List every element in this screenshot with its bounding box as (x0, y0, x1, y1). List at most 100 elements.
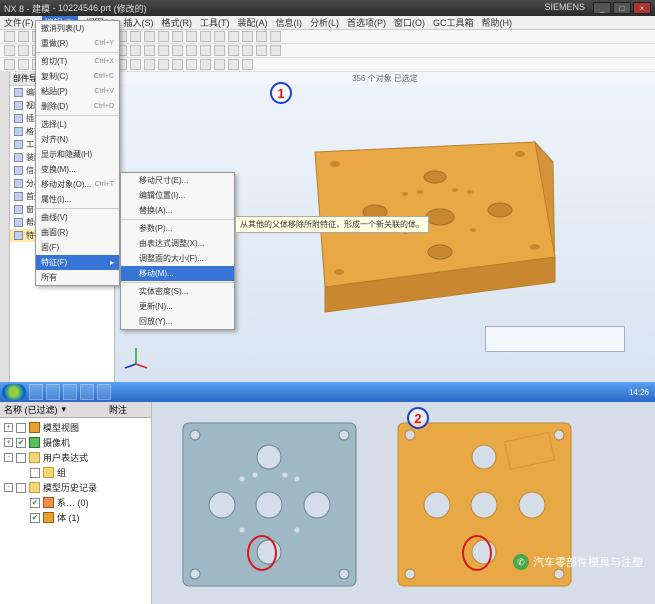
submenu-item[interactable]: 移动尺寸(E)... (121, 173, 234, 188)
toolbar-button[interactable] (130, 59, 141, 70)
close-button[interactable]: × (633, 2, 651, 14)
dropdown-item[interactable]: 重做(R)Ctrl+Y (36, 36, 119, 51)
toolbar-button[interactable] (214, 31, 225, 42)
toolbar-button[interactable] (4, 45, 15, 56)
checkbox[interactable] (16, 423, 26, 433)
taskbar-item[interactable] (46, 384, 60, 400)
expand-icon[interactable]: - (4, 483, 13, 492)
toolbar-button[interactable] (158, 31, 169, 42)
toolbar-button[interactable] (242, 31, 253, 42)
submenu-item[interactable]: 参数(P)... (121, 221, 234, 236)
submenu-item[interactable]: 更新(N)... (121, 299, 234, 314)
toolbar-button[interactable] (200, 45, 211, 56)
toolbar-button[interactable] (270, 45, 281, 56)
toolbar-button[interactable] (18, 59, 29, 70)
resource-bar[interactable] (0, 72, 10, 382)
submenu-item[interactable]: 替换(A)... (121, 203, 234, 218)
toolbar-button[interactable] (256, 45, 267, 56)
toolbar-button[interactable] (186, 45, 197, 56)
toolbar-button[interactable] (200, 31, 211, 42)
tree-col-name[interactable]: 名称 (已过滤) (4, 403, 58, 416)
tree-row[interactable]: 组 (2, 465, 149, 480)
dropdown-item[interactable]: 粘贴(P)Ctrl+V (36, 84, 119, 99)
expand-icon[interactable]: - (4, 453, 13, 462)
toolbar-button[interactable] (18, 31, 29, 42)
toolbar-button[interactable] (214, 59, 225, 70)
menu-info[interactable]: 信息(I) (276, 16, 303, 29)
toolbar-button[interactable] (200, 59, 211, 70)
toolbar-button[interactable] (228, 45, 239, 56)
checkbox[interactable] (30, 468, 40, 478)
toolbar-button[interactable] (4, 31, 15, 42)
submenu-item[interactable]: 回放(Y)... (121, 314, 234, 329)
tree-row[interactable]: -模型历史记录 (2, 480, 149, 495)
taskbar-item[interactable] (29, 384, 43, 400)
toolbar-button[interactable] (130, 31, 141, 42)
tree-row[interactable]: ✔体 (1) (2, 510, 149, 525)
toolbar-button[interactable] (144, 45, 155, 56)
toolbar-button[interactable] (130, 45, 141, 56)
submenu-item[interactable]: 调整面的大小(F)... (121, 251, 234, 266)
menu-help[interactable]: 帮助(H) (482, 16, 513, 29)
tree-row[interactable]: -用户表达式 (2, 450, 149, 465)
menu-prefs[interactable]: 首选项(P) (347, 16, 386, 29)
toolbar-button[interactable] (186, 59, 197, 70)
submenu-item[interactable]: 由表达式调整(X)... (121, 236, 234, 251)
dropdown-item[interactable]: 面(F) (36, 240, 119, 255)
checkbox[interactable]: ✔ (30, 513, 40, 523)
dropdown-item[interactable]: 选择(L) (36, 117, 119, 132)
dropdown-item[interactable]: 曲线(V) (36, 210, 119, 225)
toolbar-button[interactable] (214, 45, 225, 56)
dropdown-item[interactable]: 撤消列表(U) (36, 21, 119, 36)
toolbar-button[interactable] (172, 45, 183, 56)
checkbox[interactable]: ✔ (30, 498, 40, 508)
view-triad-icon[interactable] (123, 344, 149, 370)
toolbar-button[interactable] (228, 31, 239, 42)
dropdown-item[interactable]: 复制(C)Ctrl+C (36, 69, 119, 84)
tree-row[interactable]: ✔系… (0) (2, 495, 149, 510)
menu-tools[interactable]: 工具(T) (200, 16, 230, 29)
expand-icon[interactable]: + (4, 438, 13, 447)
checkbox[interactable]: ✔ (16, 438, 26, 448)
minimize-button[interactable]: _ (593, 2, 611, 14)
dropdown-item[interactable]: 对齐(N) (36, 132, 119, 147)
submenu-item[interactable]: 编辑位置(I)... (121, 188, 234, 203)
toolbar-button[interactable] (172, 31, 183, 42)
menu-insert[interactable]: 插入(S) (124, 16, 154, 29)
dropdown-item[interactable]: 变换(M)... (36, 162, 119, 177)
system-tray[interactable]: 14:26 (629, 388, 653, 397)
submenu-item[interactable]: 实体密度(S)... (121, 284, 234, 299)
toolbar-button[interactable] (144, 59, 155, 70)
compare-viewport[interactable]: 2 (152, 402, 655, 604)
toolbar-button[interactable] (158, 45, 169, 56)
checkbox[interactable] (16, 453, 26, 463)
toolbar-button[interactable] (242, 45, 253, 56)
menu-analysis[interactable]: 分析(L) (310, 16, 339, 29)
dropdown-item[interactable]: 特征(F)▸ (36, 255, 119, 270)
maximize-button[interactable]: □ (613, 2, 631, 14)
dropdown-item[interactable]: 显示和隐藏(H) (36, 147, 119, 162)
dropdown-item[interactable]: 剪切(T)Ctrl+X (36, 54, 119, 69)
tree-col-note[interactable]: 附注 (109, 403, 147, 416)
toolbar-button[interactable] (4, 59, 15, 70)
toolbar-button[interactable] (270, 31, 281, 42)
checkbox[interactable] (16, 483, 26, 493)
taskbar-item[interactable] (80, 384, 94, 400)
toolbar-button[interactable] (18, 45, 29, 56)
tree-row[interactable]: +✔摄像机 (2, 435, 149, 450)
tree-row[interactable]: +模型视图 (2, 420, 149, 435)
expand-icon[interactable]: + (4, 423, 13, 432)
menu-assemblies[interactable]: 装配(A) (238, 16, 268, 29)
submenu-item[interactable]: 移动(M)... (121, 266, 234, 281)
toolbar-button[interactable] (144, 31, 155, 42)
taskbar-item[interactable] (97, 384, 111, 400)
menu-file[interactable]: 文件(F) (4, 16, 34, 29)
menu-gctool[interactable]: GC工具箱 (433, 16, 474, 29)
toolbar-button[interactable] (228, 59, 239, 70)
menu-window[interactable]: 窗口(O) (394, 16, 425, 29)
toolbar-button[interactable] (158, 59, 169, 70)
dropdown-item[interactable]: 曲面(R) (36, 225, 119, 240)
taskbar-item[interactable] (63, 384, 77, 400)
toolbar-button[interactable] (256, 31, 267, 42)
dropdown-item[interactable]: 所有 (36, 270, 119, 285)
